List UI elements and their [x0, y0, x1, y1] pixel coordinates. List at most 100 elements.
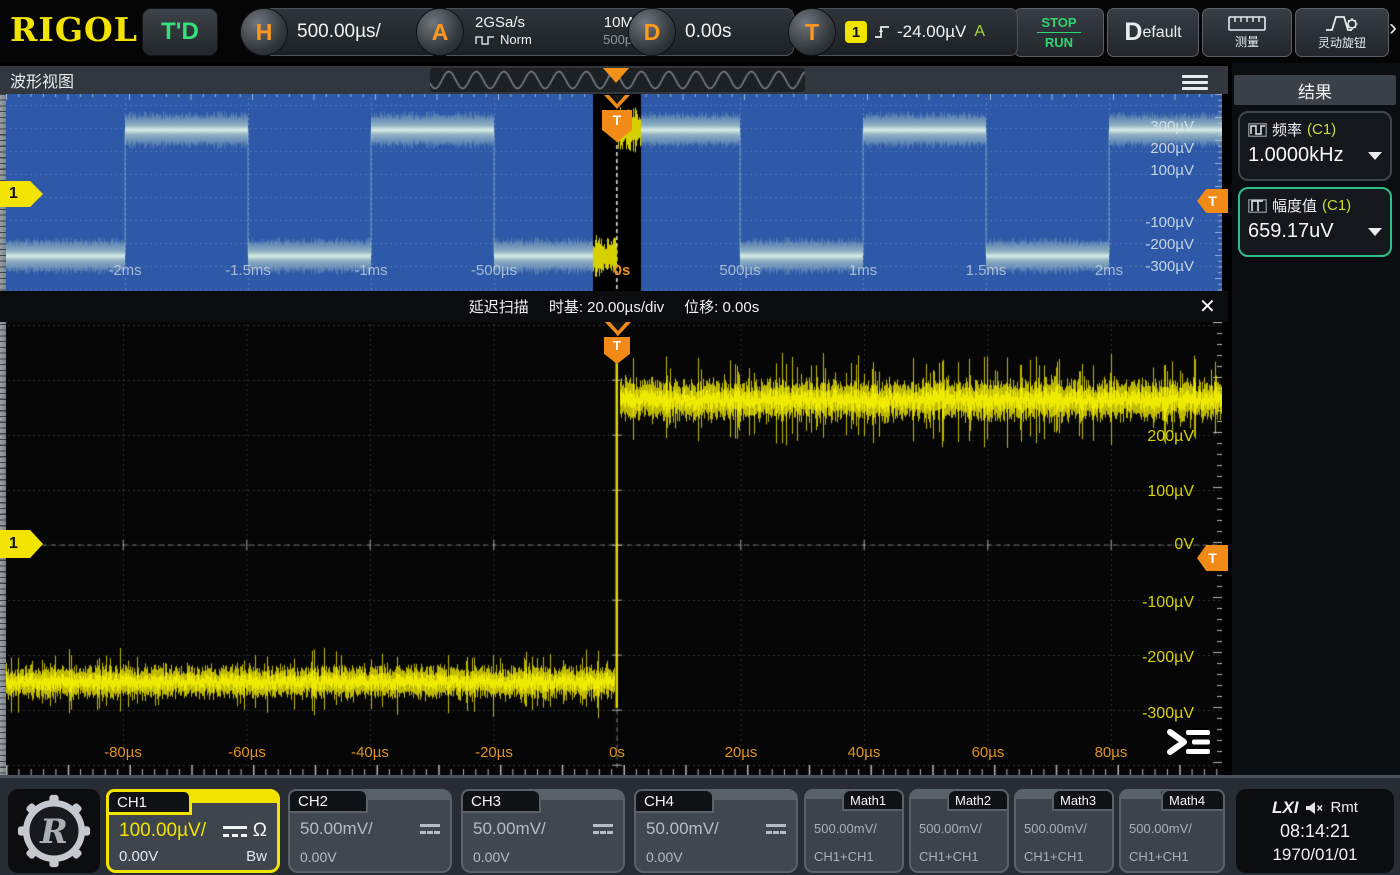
speaker-muted-icon — [1305, 801, 1323, 815]
measurement-icon — [1248, 123, 1267, 137]
default-button[interactable]: Default — [1107, 8, 1199, 57]
delay-knob[interactable]: D — [628, 8, 676, 56]
main-trigger-position-triangle[interactable] — [605, 322, 631, 336]
trigger-knob[interactable]: T — [788, 8, 836, 56]
math-card-math3[interactable]: Math3 500.00mV/ CH1+CH1 — [1014, 789, 1114, 873]
upper-volt-label: -200µV — [1108, 237, 1194, 253]
lxi-logo: LXI — [1272, 798, 1298, 818]
ch3-tab: CH3 — [461, 789, 541, 813]
main-time-label: -40µs — [330, 745, 410, 761]
math1-tab: Math1 — [842, 789, 904, 811]
upper-time-label: -2ms — [85, 263, 165, 279]
main-waveform-canvas[interactable] — [6, 322, 1222, 775]
channel-card-ch4[interactable]: CH4 50.00mV/ 0.00V — [634, 789, 798, 873]
upper-volt-label: 200µV — [1108, 141, 1194, 157]
menu-icon[interactable] — [1182, 72, 1208, 93]
measurement-channel: (C1) — [1322, 197, 1351, 214]
dropdown-caret-icon[interactable] — [1368, 152, 1382, 160]
trigger-status-button[interactable]: T'D — [142, 8, 218, 56]
upper-time-label: 500µs — [700, 263, 780, 279]
horizontal-scale-box[interactable]: 500.00µs/ — [264, 8, 438, 56]
measurement-card-frequency[interactable]: 频率(C1) 1.0000kHz — [1238, 111, 1392, 181]
upper-trigger-position-triangle[interactable] — [604, 95, 630, 109]
measurement-value: 659.17uV — [1248, 220, 1334, 243]
quick-knob-button[interactable]: 灵动旋钮 — [1295, 8, 1389, 57]
main-time-label: -80µs — [83, 745, 163, 761]
stop-run-button[interactable]: STOP RUN — [1014, 8, 1104, 57]
close-delayed-sweep-icon[interactable]: ✕ — [1199, 297, 1216, 317]
math-card-math2[interactable]: Math2 500.00mV/ CH1+CH1 — [909, 789, 1009, 873]
ch2-offset: 0.00V — [300, 849, 337, 865]
horizontal-position-indicator[interactable] — [603, 68, 629, 83]
gear-logo-icon: R — [17, 794, 91, 868]
channel-card-ch3[interactable]: CH3 50.00mV/ 0.00V — [461, 789, 625, 873]
expand-menu-icon[interactable] — [1166, 726, 1214, 758]
math2-top-strip — [911, 791, 949, 799]
math3-expr: CH1+CH1 — [1024, 849, 1084, 864]
dropdown-caret-icon[interactable] — [1368, 228, 1382, 236]
default-cap: D — [1124, 18, 1142, 47]
main-volt-label: 200µV — [1106, 429, 1194, 445]
quick-knob-label: 灵动旋钮 — [1318, 34, 1366, 51]
oscilloscope-screen: RIGOL T'D H 500.00µs/ A 2GSa/s 10Mpts No… — [0, 0, 1400, 875]
math-card-math4[interactable]: Math4 500.00mV/ CH1+CH1 — [1119, 789, 1225, 873]
measure-button[interactable]: 测量 — [1202, 8, 1292, 57]
channel-card-ch2[interactable]: CH2 50.00mV/ 0.00V — [288, 789, 452, 873]
main-time-label: -20µs — [454, 745, 534, 761]
main-time-label: 80µs — [1071, 745, 1151, 761]
ch4-offset: 0.00V — [646, 849, 683, 865]
math3-tab: Math3 — [1052, 789, 1114, 811]
math-card-math1[interactable]: Math1 500.00mV/ CH1+CH1 — [804, 789, 904, 873]
channel-card-ch1[interactable]: CH1 100.00µV/ Ω 0.00V Bw — [106, 789, 280, 873]
upper-time-label: -500µs — [454, 263, 534, 279]
status-time: 08:14:21 — [1280, 821, 1350, 842]
ch4-tab: CH4 — [634, 789, 714, 813]
upper-time-label: -1ms — [331, 263, 411, 279]
math4-expr: CH1+CH1 — [1129, 849, 1189, 864]
ch3-scale: 50.00mV/ — [473, 819, 546, 839]
ch2-scale: 50.00mV/ — [300, 819, 373, 839]
measurement-icon — [1248, 199, 1267, 213]
measurement-card-amplitude[interactable]: 幅度值 (C1) 659.17uV — [1238, 187, 1392, 257]
svg-text:R: R — [39, 812, 68, 851]
top-toolbar: RIGOL T'D H 500.00µs/ A 2GSa/s 10Mpts No… — [0, 0, 1400, 63]
ch1-offset: 0.00V — [119, 848, 158, 865]
default-rest: efault — [1142, 24, 1181, 42]
main-time-label: 20µs — [701, 745, 781, 761]
trigger-box[interactable]: 1 -24.00µV A — [812, 8, 1018, 56]
acquire-mode-icon — [475, 34, 495, 46]
rigol-gear-button[interactable]: R — [8, 789, 100, 873]
measurement-name: 幅度值 — [1272, 195, 1317, 216]
ch3-offset: 0.00V — [473, 849, 510, 865]
main-volt-label: 0V — [1106, 537, 1194, 553]
horizontal-knob[interactable]: H — [240, 8, 288, 56]
acquire-knob[interactable]: A — [416, 8, 464, 56]
upper-volt-label: 100µV — [1108, 163, 1194, 179]
wave-view-title: 波形视图 — [10, 68, 74, 92]
status-date: 1970/01/01 — [1272, 845, 1357, 865]
status-clock-block[interactable]: LXI Rmt 08:14:21 1970/01/01 — [1236, 789, 1394, 873]
main-time-label: 0s — [577, 745, 657, 761]
trigger-source-badge: 1 — [845, 21, 867, 43]
delayed-sweep-mode: 延迟扫描 — [469, 296, 529, 317]
upper-time-label-zero: 0s — [582, 263, 662, 279]
main-time-label: 40µs — [824, 745, 904, 761]
quick-knob-icon — [1325, 14, 1359, 32]
math1-expr: CH1+CH1 — [814, 849, 874, 864]
ch4-scale: 50.00mV/ — [646, 819, 719, 839]
math1-top-strip — [806, 791, 844, 799]
trigger-sweep-mode: A — [974, 23, 985, 41]
delay-value: 0.00s — [685, 21, 731, 43]
ch2-top-strip — [366, 791, 450, 800]
measurement-value: 1.0000kHz — [1248, 144, 1344, 167]
ch1-bandwidth: Bw — [246, 848, 267, 865]
results-panel: 结果 频率(C1) 1.0000kHz 幅度值(C1) 659.17uV — [1232, 63, 1400, 775]
main-volt-label: -300µV — [1106, 706, 1194, 722]
delayed-sweep-bar: 延迟扫描 时基: 20.00µs/div 位移: 0.00s — [0, 291, 1228, 322]
toolbar-next-chevron[interactable]: › — [1389, 16, 1397, 40]
ch2-tab: CH2 — [288, 789, 368, 813]
ch1-impedance: Ω — [253, 820, 267, 842]
acquire-mode: Norm — [500, 32, 532, 47]
upper-time-label: -1.5ms — [208, 263, 288, 279]
upper-volt-label: -100µV — [1108, 215, 1194, 231]
